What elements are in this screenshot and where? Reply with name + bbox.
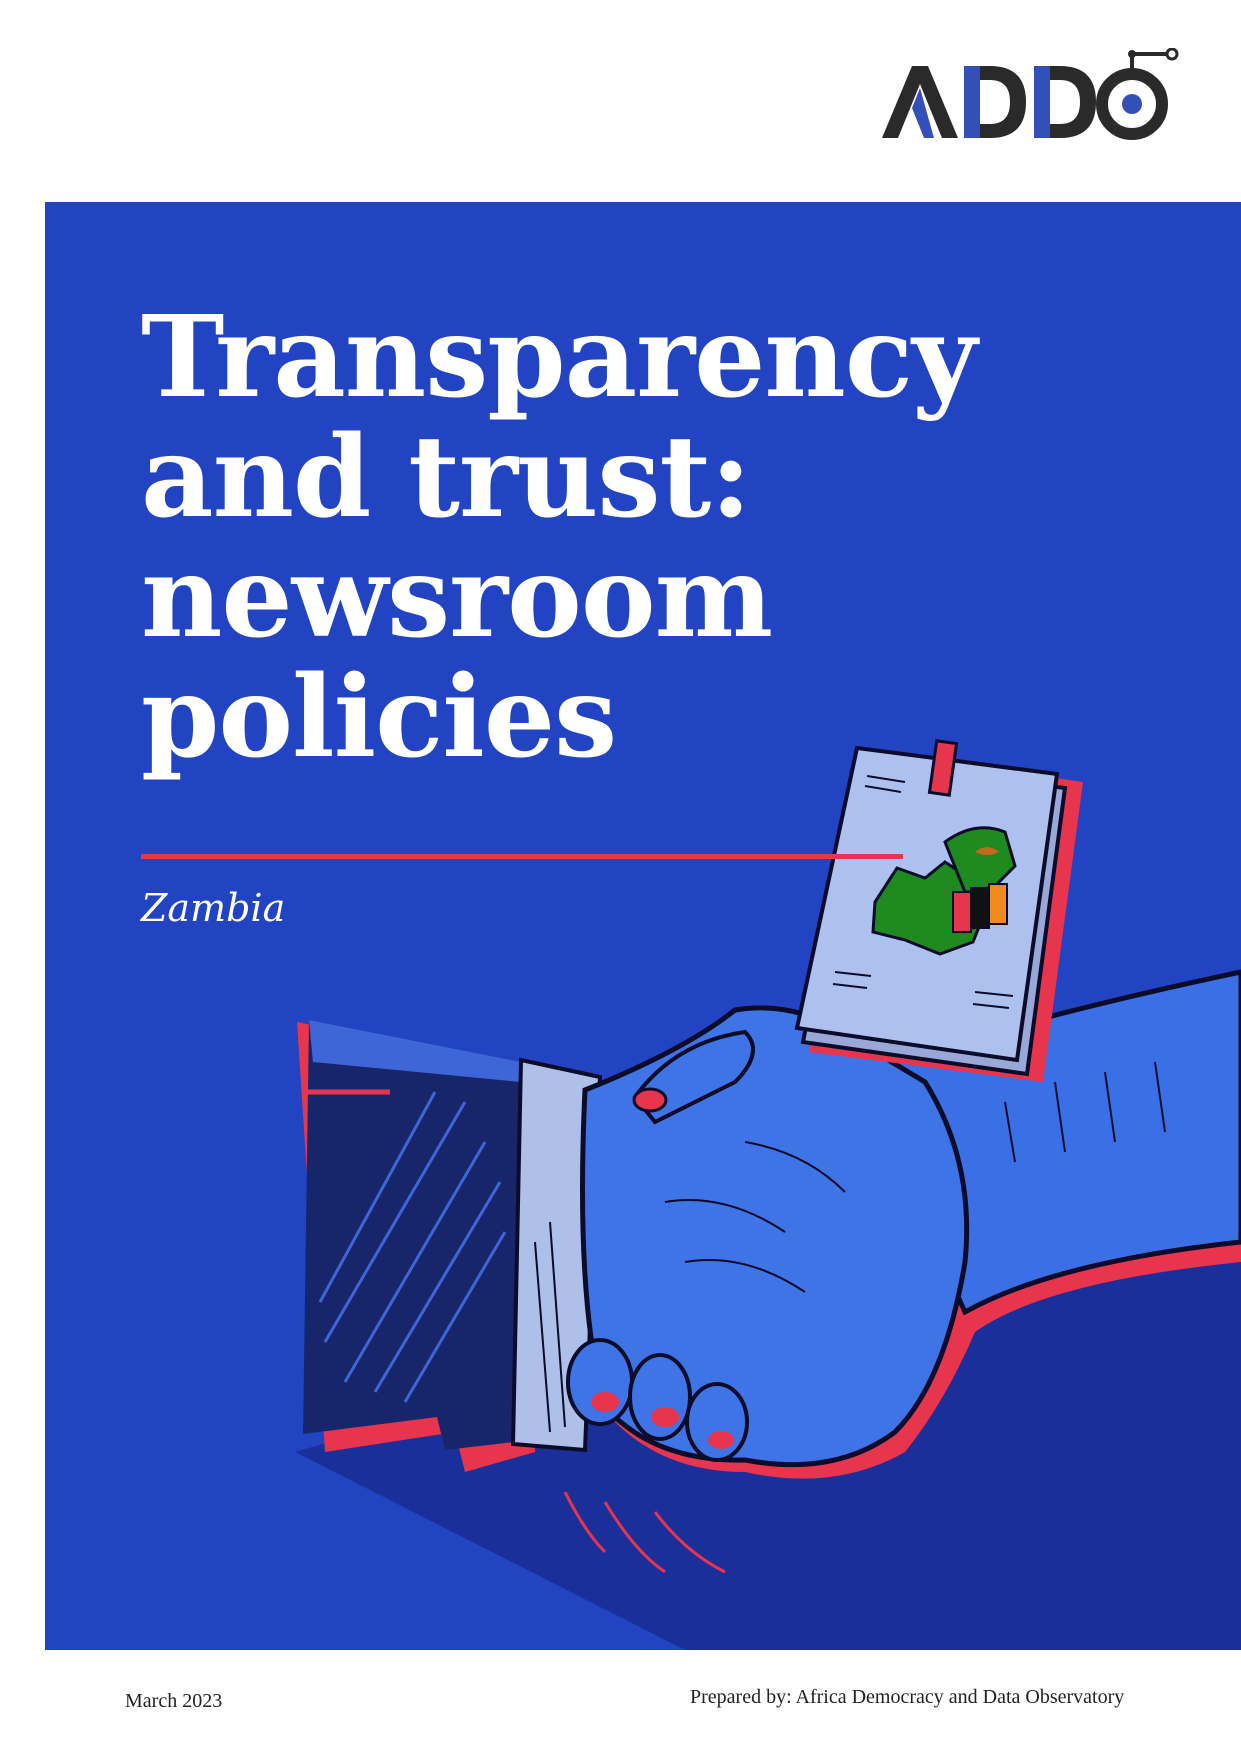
cover-subtitle: Zambia — [141, 886, 286, 930]
title-divider — [141, 854, 903, 859]
cover-panel: Transparency and trust: newsroom policie… — [45, 202, 1241, 1650]
cover-title: Transparency and trust: newsroom policie… — [141, 298, 1121, 778]
addo-logo — [880, 48, 1180, 148]
cover-title-line: policies — [141, 652, 617, 783]
publication-date: March 2023 — [125, 1690, 223, 1712]
prepared-by: Prepared by: Africa Democracy and Data O… — [690, 1686, 1125, 1708]
cover-title-line: newsroom — [141, 532, 773, 663]
addo-logo-mark — [882, 48, 1179, 140]
cover-title-line: and trust: — [141, 412, 752, 543]
cover-title-line: Transparency — [141, 292, 977, 423]
zambia-notebook — [794, 739, 1083, 1082]
